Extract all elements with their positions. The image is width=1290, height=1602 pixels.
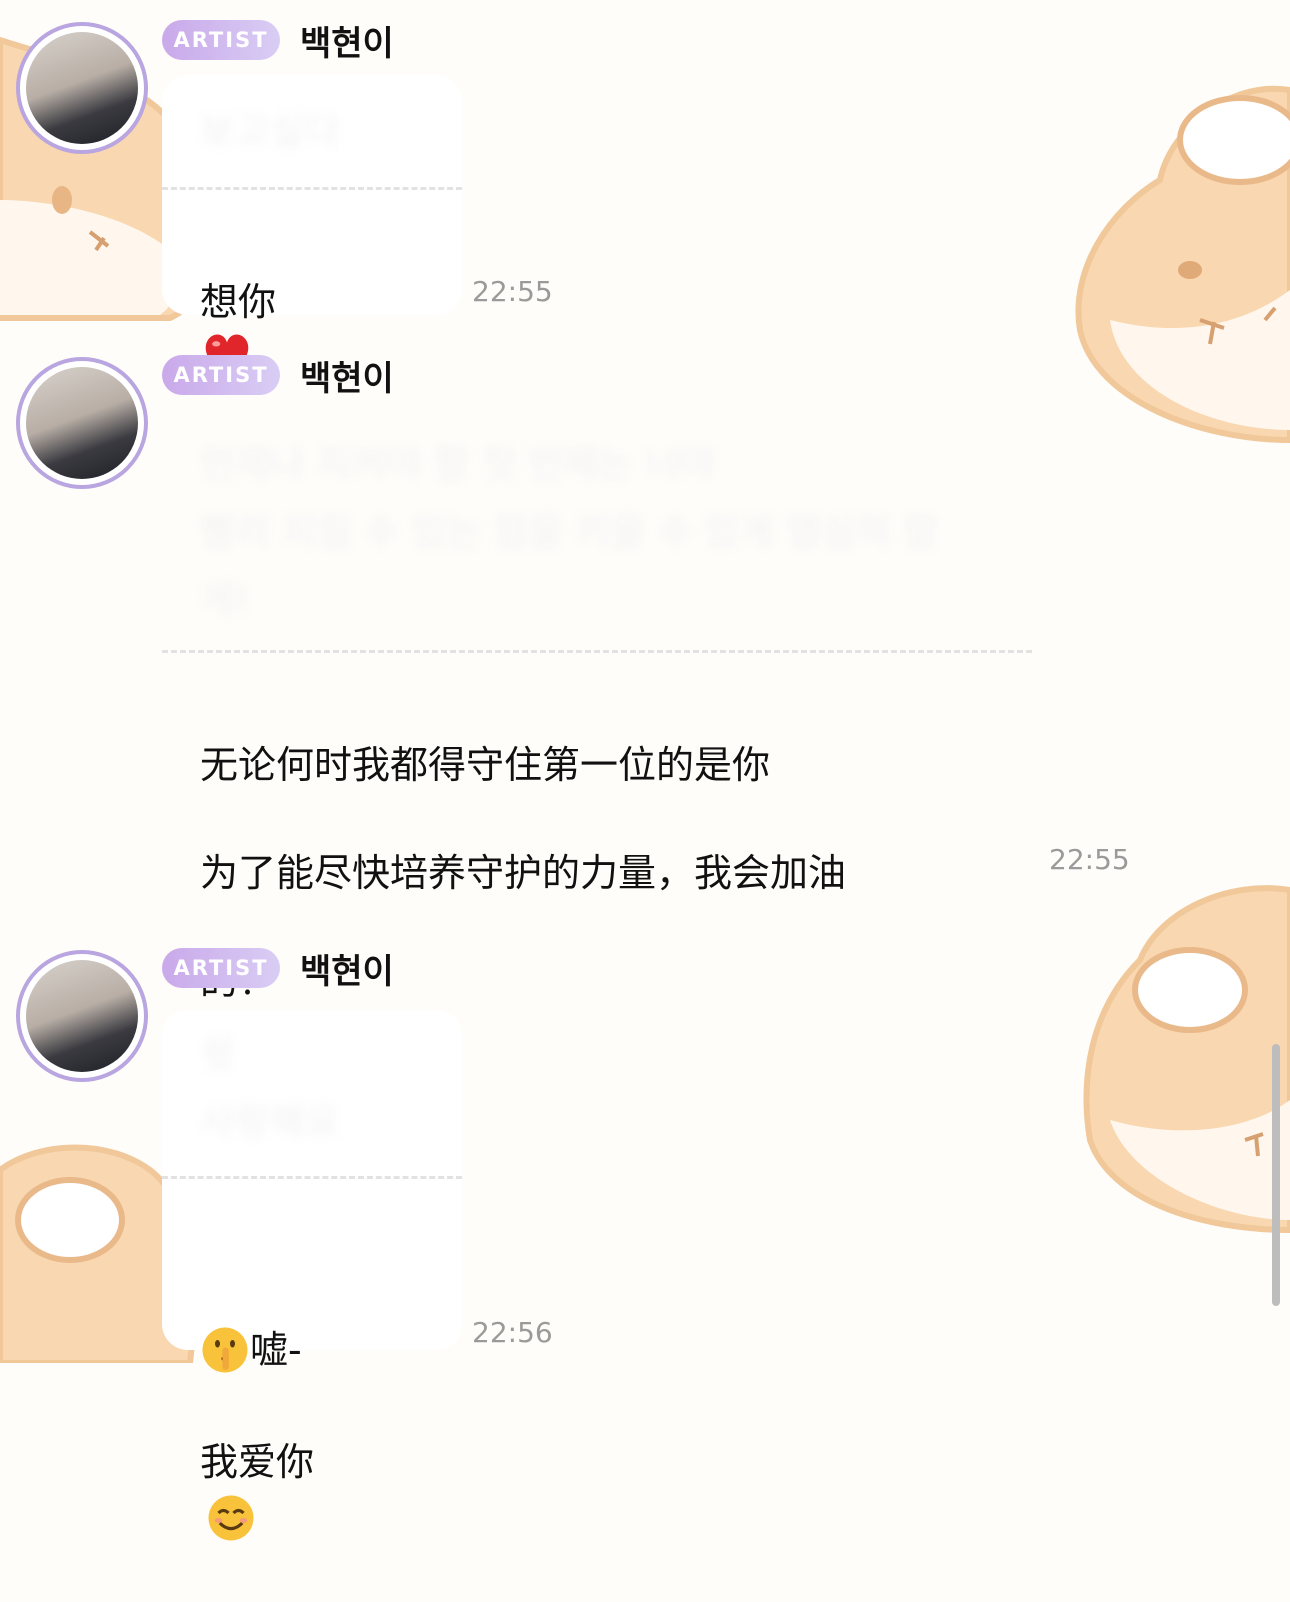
message-bubble[interactable]: 보고싶다 想你 (162, 75, 462, 378)
artist-badge: ARTIST (162, 355, 280, 395)
translated-line: 我爱你 (200, 1440, 315, 1484)
message-timestamp: 22:55 (472, 275, 553, 308)
message-bubble[interactable]: 쉿 사랑해요 嘘- 我爱你 (162, 1010, 462, 1541)
message-bubble[interactable]: 언제나 지켜야 할 첫 번째는 너야 빨리 지킬 수 있는 힘을 키울 수 있게… (162, 420, 1032, 1057)
wallpaper-hamster-right (1050, 70, 1290, 450)
translation-divider (162, 650, 1032, 653)
scrollbar[interactable] (1272, 1044, 1280, 1306)
sender-name[interactable]: 백현이 (300, 944, 394, 993)
translated-line: 嘘- (250, 1328, 302, 1372)
translated-line: 无论何时我都得守住第一位的是你 (200, 743, 771, 787)
artist-avatar[interactable] (16, 357, 148, 489)
translation-divider (162, 187, 462, 190)
sender-name[interactable]: 백현이 (300, 351, 394, 400)
translated-line: 想你 (200, 280, 277, 324)
translation-divider (162, 1176, 462, 1179)
avatar-photo (26, 367, 138, 479)
sender-name[interactable]: 백현이 (300, 16, 394, 65)
shushing-face-icon (202, 1327, 248, 1373)
avatar-photo (26, 32, 138, 144)
artist-avatar[interactable] (16, 22, 148, 154)
avatar-photo (26, 960, 138, 1072)
smiling-face-icon (208, 1495, 254, 1541)
original-message-text: 빨리 지킬 수 있는 힘을 키울 수 있게 열심히 할 (200, 510, 938, 554)
original-message-text: 언제나 지켜야 할 첫 번째는 너야 (200, 442, 715, 486)
original-message-text: 사랑해요 (200, 1100, 340, 1144)
artist-badge: ARTIST (162, 948, 280, 988)
translated-line-first: 嘘- (200, 1266, 314, 1378)
original-message-text: 게! (200, 578, 251, 622)
original-message-text: 보고싶다 (200, 109, 340, 153)
message-timestamp: 22:56 (472, 1316, 553, 1349)
translated-line-second: 我爱你 (200, 1434, 314, 1546)
message-timestamp: 22:55 (1049, 843, 1130, 876)
wallpaper-hamster-right-lower (1070, 880, 1290, 1240)
artist-badge: ARTIST (162, 20, 280, 60)
translated-line: 为了能尽快培养守护的力量，我会加油 (200, 851, 847, 895)
artist-avatar[interactable] (16, 950, 148, 1082)
translated-message-text: 嘘- 我爱你 (200, 1210, 314, 1602)
original-message-text: 쉿 (200, 1032, 235, 1076)
